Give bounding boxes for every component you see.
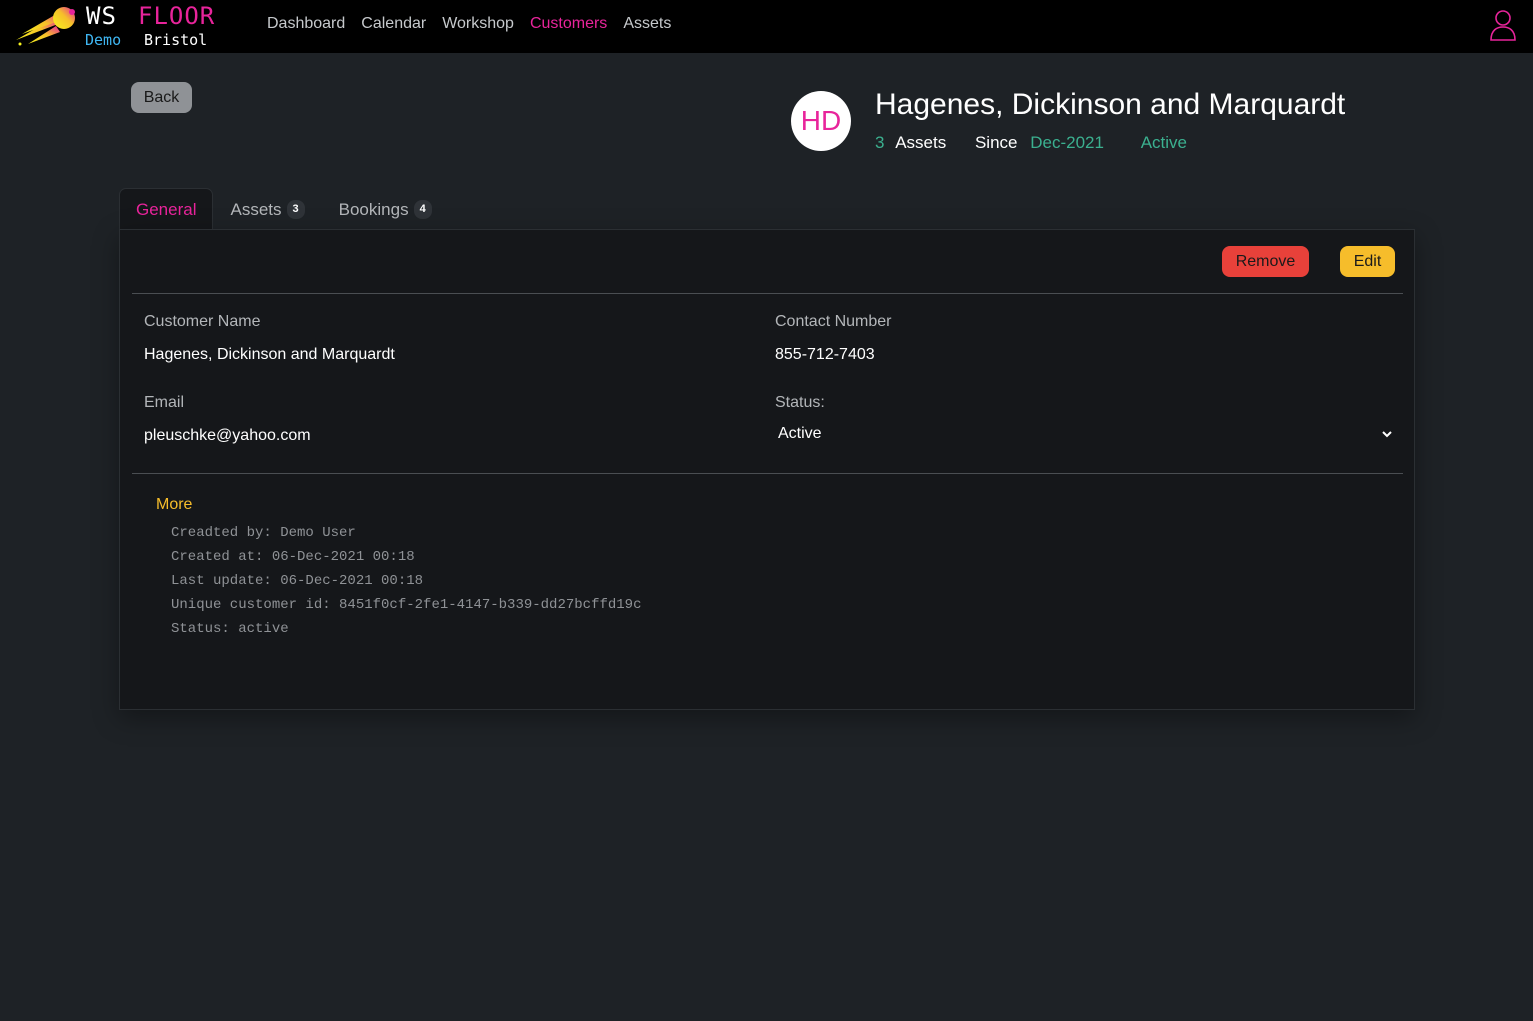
back-button[interactable]: Back [131,82,192,113]
created-at-line: Created at: 06-Dec-2021 00:18 [171,549,415,565]
nav-links: Dashboard Calendar Workshop Customers As… [259,15,679,33]
more-section-title[interactable]: More [156,496,192,514]
nav-link-calendar[interactable]: Calendar [353,15,434,33]
created-by-line: Creadted by: Demo User [171,525,356,541]
nav-link-customers[interactable]: Customers [522,15,615,33]
contact-number-label: Contact Number [775,313,892,330]
tab-label: General [136,199,197,219]
status-select[interactable]: Active [775,420,1395,448]
chevron-down-icon [1382,431,1392,438]
nav-link-workshop[interactable]: Workshop [434,15,522,33]
last-update-line: Last update: 06-Dec-2021 00:18 [171,573,424,589]
assets-label: Assets [895,133,947,152]
remove-button[interactable]: Remove [1222,246,1309,277]
status-badge: Active [1140,133,1187,152]
avatar: HD [791,91,851,151]
tab-bar: General Assets 3 Bookings 4 [119,188,449,230]
divider [132,293,1403,294]
since-value: Dec-2021 [1030,133,1104,152]
top-navbar: WS FLOOR Demo Bristol Dashboard Calendar… [0,0,1533,53]
status-line: Status: active [171,621,289,637]
count-badge: 3 [286,200,305,219]
email-value: pleuschke@yahoo.com [144,427,311,444]
edit-button[interactable]: Edit [1340,246,1395,277]
asset-count: 3 [875,133,885,152]
tab-assets[interactable]: Assets 3 [213,188,321,230]
divider [132,473,1403,474]
user-icon[interactable] [1489,9,1517,41]
customer-name-value: Hagenes, Dickinson and Marquardt [144,346,395,363]
brand-location: Bristol [144,31,208,49]
brand-demo: Demo [85,31,122,49]
brand-ws: WS [86,2,117,30]
customer-id-line: Unique customer id: 8451f0cf-2fe1-4147-b… [171,597,642,613]
email-label: Email [144,394,185,411]
nav-link-assets[interactable]: Assets [615,15,679,33]
record-metadata: Creadted by: Demo User Created at: 06-De… [171,524,641,644]
status-select-value: Active [778,425,822,442]
comet-logo-icon[interactable] [14,4,78,48]
nav-link-dashboard[interactable]: Dashboard [259,15,353,33]
count-badge: 4 [413,200,432,219]
brand-floor: FLOOR [138,2,216,30]
tab-label: Assets [230,199,282,219]
general-panel: Remove Edit Customer Name Hagenes, Dicki… [119,229,1415,710]
status-label: Status: [775,394,825,411]
tab-general[interactable]: General [119,188,214,230]
customer-summary: 3 Assets Since Dec-2021 Active [875,133,1187,153]
customer-name-label: Customer Name [144,313,261,330]
tab-bookings[interactable]: Bookings 4 [322,188,449,230]
since-label: Since [974,133,1018,152]
page-title: Hagenes, Dickinson and Marquardt [875,88,1346,121]
tab-label: Bookings [338,199,409,219]
contact-number-value: 855-712-7403 [775,346,875,363]
